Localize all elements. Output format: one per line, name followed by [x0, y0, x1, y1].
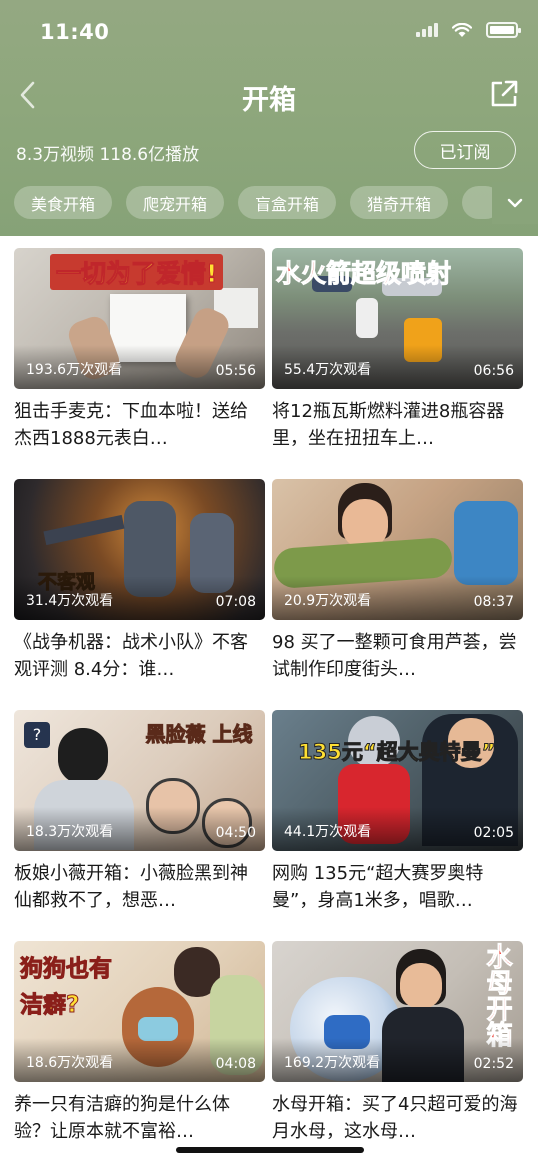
share-button[interactable]: [488, 78, 520, 110]
view-count: 55.4万次观看: [284, 362, 372, 378]
video-title[interactable]: 狙击手麦克：下血本啦！送给杰西1888元表白…: [14, 398, 265, 452]
video-title[interactable]: 《战争机器：战术小队》不客观评测 8.4分：谁…: [14, 629, 265, 683]
video-title[interactable]: 将12瓶瓦斯燃料灌进8瓶容器里，坐在扭扭车上…: [272, 398, 523, 452]
video-thumbnail[interactable]: 135元“超大奥特曼” 44.1万次观看 02:05: [272, 710, 523, 851]
video-duration: 06:56: [473, 363, 514, 379]
chevron-down-icon: [507, 198, 523, 208]
video-duration: 05:56: [215, 363, 256, 379]
thumbnail-caption: 水火箭超级喷射: [275, 259, 452, 289]
view-count: 193.6万次观看: [26, 362, 123, 378]
battery-icon: [486, 22, 521, 38]
video-duration: 04:08: [215, 1056, 256, 1072]
expand-tags-button[interactable]: [492, 182, 538, 224]
video-title[interactable]: 网购 135元“超大赛罗奥特曼”，身高1米多，唱歌…: [272, 860, 523, 914]
video-card[interactable]: ? 黑脸薇 上线 18.3万次观看 04:50 板娘小薇开箱：小薇脸黑到神仙都救…: [14, 710, 265, 914]
tag-curiosity-unboxing[interactable]: 猎奇开箱: [350, 186, 449, 219]
status-icons: [416, 22, 521, 38]
tag-reptile-unboxing[interactable]: 爬宠开箱: [126, 186, 225, 219]
video-thumbnail[interactable]: 一切为了爱情! 193.6万次观看 05:56: [14, 248, 265, 389]
video-title[interactable]: 板娘小薇开箱：小薇脸黑到神仙都救不了，想恶…: [14, 860, 265, 914]
tag-bar: 美食开箱 爬宠开箱 盲盒开箱 猎奇开箱: [14, 186, 503, 219]
channel-stats: 8.3万视频 118.6亿播放: [16, 145, 200, 165]
video-duration: 02:05: [473, 825, 514, 841]
video-card[interactable]: 135元“超大奥特曼” 44.1万次观看 02:05 网购 135元“超大赛罗奥…: [272, 710, 523, 914]
video-thumbnail[interactable]: 水母开箱 169.2万次观看 02:52: [272, 941, 523, 1082]
video-duration: 04:50: [215, 825, 256, 841]
video-duration: 07:08: [215, 594, 256, 610]
video-card[interactable]: 不客观 31.4万次观看 07:08 《战争机器：战术小队》不客观评测 8.4分…: [14, 479, 265, 683]
video-card[interactable]: 20.9万次观看 08:37 98 买了一整颗可食用芦荟，尝试制作印度街头…: [272, 479, 523, 683]
video-thumbnail[interactable]: 20.9万次观看 08:37: [272, 479, 523, 620]
status-time: 11:40: [40, 20, 110, 44]
tag-food-unboxing[interactable]: 美食开箱: [14, 186, 113, 219]
video-thumbnail[interactable]: 不客观 31.4万次观看 07:08: [14, 479, 265, 620]
signal-icon: [416, 23, 438, 37]
thumbnail-caption: 水母开箱: [482, 943, 513, 1048]
video-card[interactable]: 水母开箱 169.2万次观看 02:52 水母开箱：买了4只超可爱的海月水母，这…: [272, 941, 523, 1145]
tag-blindbox-unboxing[interactable]: 盲盒开箱: [238, 186, 337, 219]
wifi-icon: [452, 22, 472, 37]
thumbnail-caption: 一切为了爱情!: [50, 254, 224, 290]
thumbnail-caption: 黑脸薇 上线: [145, 722, 253, 747]
share-icon: [491, 80, 518, 107]
video-card[interactable]: 狗狗也有 洁癖? 18.6万次观看 04:08 养一只有洁癖的狗是什么体验？让原…: [14, 941, 265, 1145]
view-count: 44.1万次观看: [284, 824, 372, 840]
view-count: 169.2万次观看: [284, 1055, 381, 1071]
video-title[interactable]: 98 买了一整颗可食用芦荟，尝试制作印度街头…: [272, 629, 523, 683]
subscribe-button[interactable]: 已订阅: [414, 131, 516, 169]
home-indicator: [176, 1147, 364, 1153]
video-card[interactable]: 一切为了爱情! 193.6万次观看 05:56 狙击手麦克：下血本啦！送给杰西1…: [14, 248, 265, 452]
view-count: 31.4万次观看: [26, 593, 114, 609]
video-thumbnail[interactable]: ? 黑脸薇 上线 18.3万次观看 04:50: [14, 710, 265, 851]
view-count: 20.9万次观看: [284, 593, 372, 609]
view-count: 18.3万次观看: [26, 824, 114, 840]
page-title: 开箱: [242, 85, 296, 116]
video-duration: 02:52: [473, 1056, 514, 1072]
video-title[interactable]: 养一只有洁癖的狗是什么体验？让原本就不富裕…: [14, 1091, 265, 1145]
video-card[interactable]: 水火箭超级喷射 55.4万次观看 06:56 将12瓶瓦斯燃料灌进8瓶容器里，坐…: [272, 248, 523, 452]
video-thumbnail[interactable]: 水火箭超级喷射 55.4万次观看 06:56: [272, 248, 523, 389]
thumbnail-caption: 狗狗也有 洁癖?: [20, 956, 113, 1019]
video-duration: 08:37: [473, 594, 514, 610]
top-header: 11:40 开箱 8.3万视频 118.6亿播放 已订阅 美食开箱 爬宠开箱 盲…: [0, 0, 538, 236]
thumbnail-caption: 135元“超大奥特曼”: [297, 740, 496, 765]
video-thumbnail[interactable]: 狗狗也有 洁癖? 18.6万次观看 04:08: [14, 941, 265, 1082]
video-title[interactable]: 水母开箱：买了4只超可爱的海月水母，这水母…: [272, 1091, 523, 1145]
view-count: 18.6万次观看: [26, 1055, 114, 1071]
